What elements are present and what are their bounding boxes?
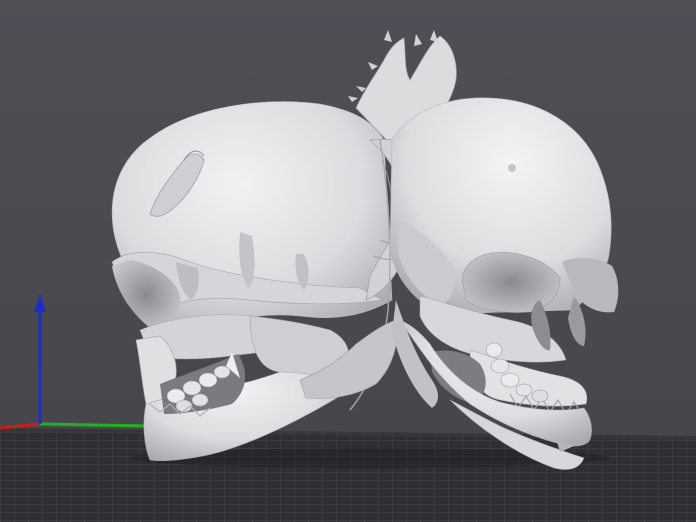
3d-viewport[interactable] — [0, 0, 696, 522]
scene-canvas[interactable] — [0, 0, 696, 522]
y-axis-line — [39, 422, 149, 428]
build-plate-grid — [0, 428, 696, 522]
